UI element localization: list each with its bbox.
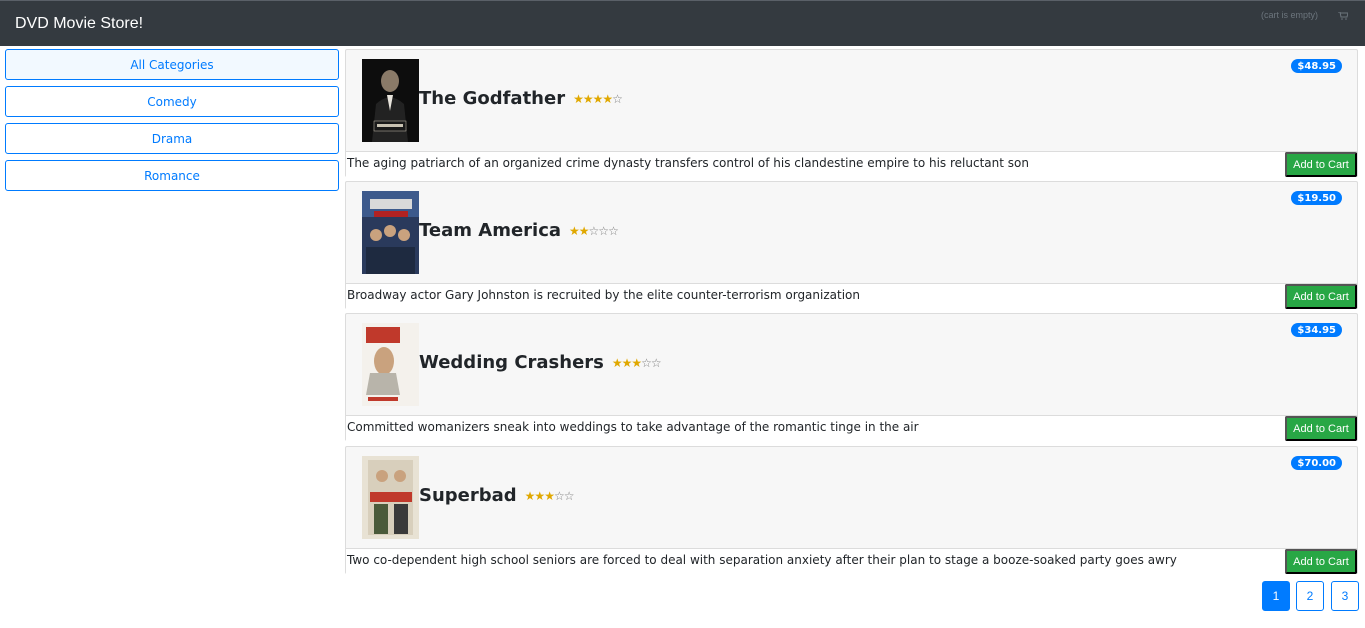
poster-team-america-image <box>362 191 419 274</box>
description-row: Committed womanizers sneak into weddings… <box>346 415 1357 441</box>
price-badge: $19.50 <box>1291 191 1342 205</box>
description-row: Two co-dependent high school seniors are… <box>346 548 1357 574</box>
star-empty-icon: ☆☆ <box>641 355 661 370</box>
product-description: The aging patriarch of an organized crim… <box>347 156 1029 170</box>
page-2-button[interactable]: 2 <box>1296 581 1324 611</box>
product-title: Team America ★★☆☆☆ <box>419 220 619 241</box>
category-drama[interactable]: Drama <box>5 123 339 154</box>
poster-superbad-image <box>362 456 419 539</box>
page-1-button[interactable]: 1 <box>1262 581 1290 611</box>
add-to-cart-button[interactable]: Add to Cart <box>1285 284 1357 309</box>
star-filled-icon: ★★★ <box>524 488 555 503</box>
star-filled-icon: ★★ <box>569 223 589 238</box>
product-title-text: Team America <box>419 220 562 241</box>
product-title-text: The Godfather <box>419 88 566 109</box>
star-empty-icon: ☆ <box>612 91 623 106</box>
star-empty-icon: ☆☆ <box>553 488 574 503</box>
page-3-button[interactable]: 3 <box>1331 581 1359 611</box>
product-description: Two co-dependent high school seniors are… <box>347 553 1177 567</box>
rating-stars: ★★★☆☆ <box>524 488 575 503</box>
product-title: Wedding Crashers ★★★☆☆ <box>419 352 662 373</box>
poster-wedding-crashers-image <box>362 323 419 406</box>
cart-status[interactable]: (cart is empty) <box>1261 10 1318 20</box>
price-badge: $70.00 <box>1291 456 1342 470</box>
product-card-team-america: Team America ★★☆☆☆ $19.50 Broadway actor… <box>345 181 1358 309</box>
star-empty-icon: ☆☆☆ <box>588 223 619 238</box>
cart-icon[interactable] <box>1338 12 1348 20</box>
rating-stars: ★★★★☆ <box>573 91 623 106</box>
product-title: Superbad ★★★☆☆ <box>419 485 575 506</box>
price-badge: $48.95 <box>1291 59 1342 73</box>
description-row: The aging patriarch of an organized crim… <box>346 151 1357 177</box>
add-to-cart-button[interactable]: Add to Cart <box>1285 416 1357 441</box>
product-title: The Godfather ★★★★☆ <box>419 88 623 109</box>
product-description: Committed womanizers sneak into weddings… <box>347 420 919 434</box>
rating-stars: ★★★☆☆ <box>611 355 662 370</box>
category-romance[interactable]: Romance <box>5 160 339 191</box>
price-badge: $34.95 <box>1291 323 1342 337</box>
store-brand[interactable]: DVD Movie Store! <box>15 15 143 33</box>
product-title-text: Wedding Crashers <box>419 352 604 373</box>
category-all[interactable]: All Categories <box>5 49 339 80</box>
product-description: Broadway actor Gary Johnston is recruite… <box>347 288 860 302</box>
star-filled-icon: ★★★★ <box>573 91 613 106</box>
product-title-text: Superbad <box>419 485 517 506</box>
star-filled-icon: ★★★ <box>611 355 642 370</box>
product-card-wedding-crashers: Wedding Crashers ★★★☆☆ $34.95 Committed … <box>345 313 1358 441</box>
add-to-cart-button[interactable]: Add to Cart <box>1285 549 1357 574</box>
category-comedy[interactable]: Comedy <box>5 86 339 117</box>
product-card-superbad: Superbad ★★★☆☆ $70.00 Two co-dependent h… <box>345 446 1358 574</box>
top-navbar: DVD Movie Store! (cart is empty) <box>0 0 1365 46</box>
product-card-godfather: The Godfather ★★★★☆ $48.95 The aging pat… <box>345 49 1358 177</box>
add-to-cart-button[interactable]: Add to Cart <box>1285 152 1357 177</box>
poster-godfather-image <box>362 59 419 142</box>
rating-stars: ★★☆☆☆ <box>569 223 619 238</box>
description-row: Broadway actor Gary Johnston is recruite… <box>346 283 1357 309</box>
